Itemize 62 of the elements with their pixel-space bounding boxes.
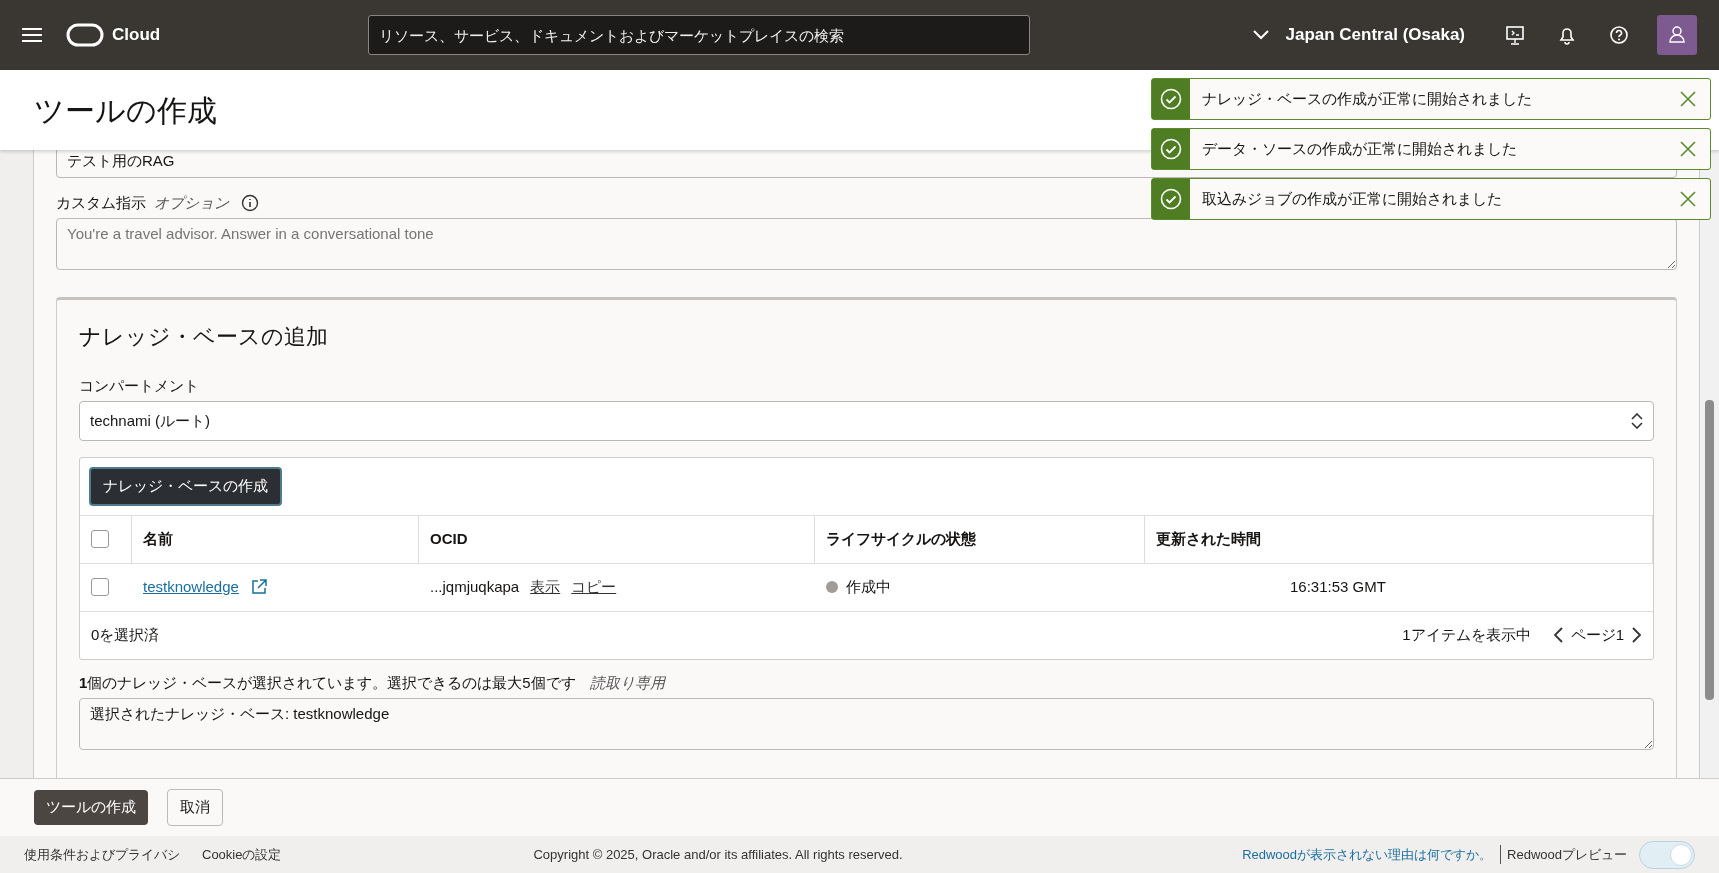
column-header: ライフサイクルの状態	[826, 528, 976, 549]
ocid-action-link[interactable]: コピー	[571, 575, 617, 599]
check-circle-icon	[1160, 138, 1182, 160]
notification-bell-button[interactable]	[1557, 25, 1577, 45]
notification-bell-icon	[1557, 25, 1577, 45]
region-selector[interactable]: Japan Central (Osaka)	[1253, 22, 1465, 48]
checkbox[interactable]	[91, 530, 109, 548]
up-down-chevron-icon	[1631, 413, 1643, 429]
selection-note: 1個のナレッジ・ベースが選択されています。選択できるのは最大5個です	[79, 672, 576, 693]
items-count: 1アイテムを表示中	[1402, 624, 1531, 645]
custom-instructions-field[interactable]: You're a travel advisor. Answer in a conversational tone	[56, 218, 1677, 270]
toast-message: ナレッジ・ベースの作成が正常に開始されました	[1201, 88, 1533, 109]
chevron-down-icon	[1253, 30, 1270, 40]
close-icon	[1680, 141, 1696, 157]
close-icon	[1680, 91, 1696, 107]
help-button[interactable]	[1609, 25, 1629, 45]
compartment-select[interactable]: technami (ルート)	[79, 401, 1654, 441]
hamburger-lines-icon	[22, 27, 42, 43]
info-icon[interactable]	[241, 193, 259, 212]
footer-link[interactable]: 使用条件およびプライバシ	[24, 844, 180, 865]
selected-knowledge-base-field[interactable]: 選択されたナレッジ・ベース: testknowledge	[79, 698, 1654, 750]
selected-count: 0を選択済	[91, 624, 160, 645]
footer-link[interactable]: Cookieの設定	[202, 844, 282, 865]
ocid-action-link[interactable]: 表示	[530, 575, 561, 599]
create-knowledge-base-button[interactable]: ナレッジ・ベースの作成	[89, 467, 282, 506]
help-icon	[1609, 25, 1629, 45]
preview-label: Redwoodプレビュー	[1500, 844, 1627, 865]
check-circle-icon	[1160, 88, 1182, 110]
redwood-preview-toggle[interactable]	[1639, 840, 1695, 869]
next-page-icon[interactable]	[1632, 627, 1642, 643]
status-text: 作成中	[846, 576, 891, 597]
field-label: カスタム指示	[56, 192, 146, 213]
section-title: ナレッジ・ベースの追加	[79, 322, 329, 351]
developer-tools-icon	[1505, 25, 1525, 45]
column-header: 更新された時間	[1156, 528, 1261, 549]
avatar-button[interactable]	[1657, 15, 1697, 55]
field-label: コンパートメント	[79, 375, 200, 396]
user-avatar-icon	[1657, 15, 1697, 55]
external-link-icon[interactable]	[250, 579, 267, 595]
close-icon	[1680, 191, 1696, 207]
menu-icon[interactable]	[22, 27, 42, 43]
developer-tools-button[interactable]	[1505, 25, 1525, 45]
check-circle-icon	[1160, 188, 1182, 210]
redwood-link[interactable]: Redwoodが表示されない理由は何ですか。	[1242, 844, 1493, 865]
ocid-text: ...jqmjuqkapa	[430, 576, 520, 597]
logo-icon	[66, 23, 104, 47]
copyright-text: Copyright © 2025, Oracle and/or its affiliates. All rights reserved.	[533, 845, 903, 864]
knowledge-base-link[interactable]: testknowledge	[143, 575, 239, 599]
cancel-button[interactable]: 取消	[167, 789, 223, 826]
updated-time: 16:31:53 GMT	[1290, 576, 1386, 597]
logo-text[interactable]: Cloud	[112, 22, 161, 48]
create-tool-button[interactable]: ツールの作成	[34, 790, 148, 825]
checkbox[interactable]	[91, 578, 109, 596]
scrollbar-thumb[interactable]	[1705, 400, 1714, 700]
column-header: OCID	[430, 528, 468, 549]
search-field[interactable]: リソース、サービス、ドキュメントおよびマーケットプレイスの検索	[368, 15, 1031, 55]
page-indicator: ページ1	[1570, 624, 1624, 645]
column-header: 名前	[143, 528, 173, 549]
read-only-label: 読取り専用	[589, 672, 665, 693]
toast-message: 取込みジョブの作成が正常に開始されました	[1201, 188, 1503, 209]
previous-page-icon[interactable]	[1552, 627, 1563, 643]
optional-label: オプション	[154, 192, 229, 213]
